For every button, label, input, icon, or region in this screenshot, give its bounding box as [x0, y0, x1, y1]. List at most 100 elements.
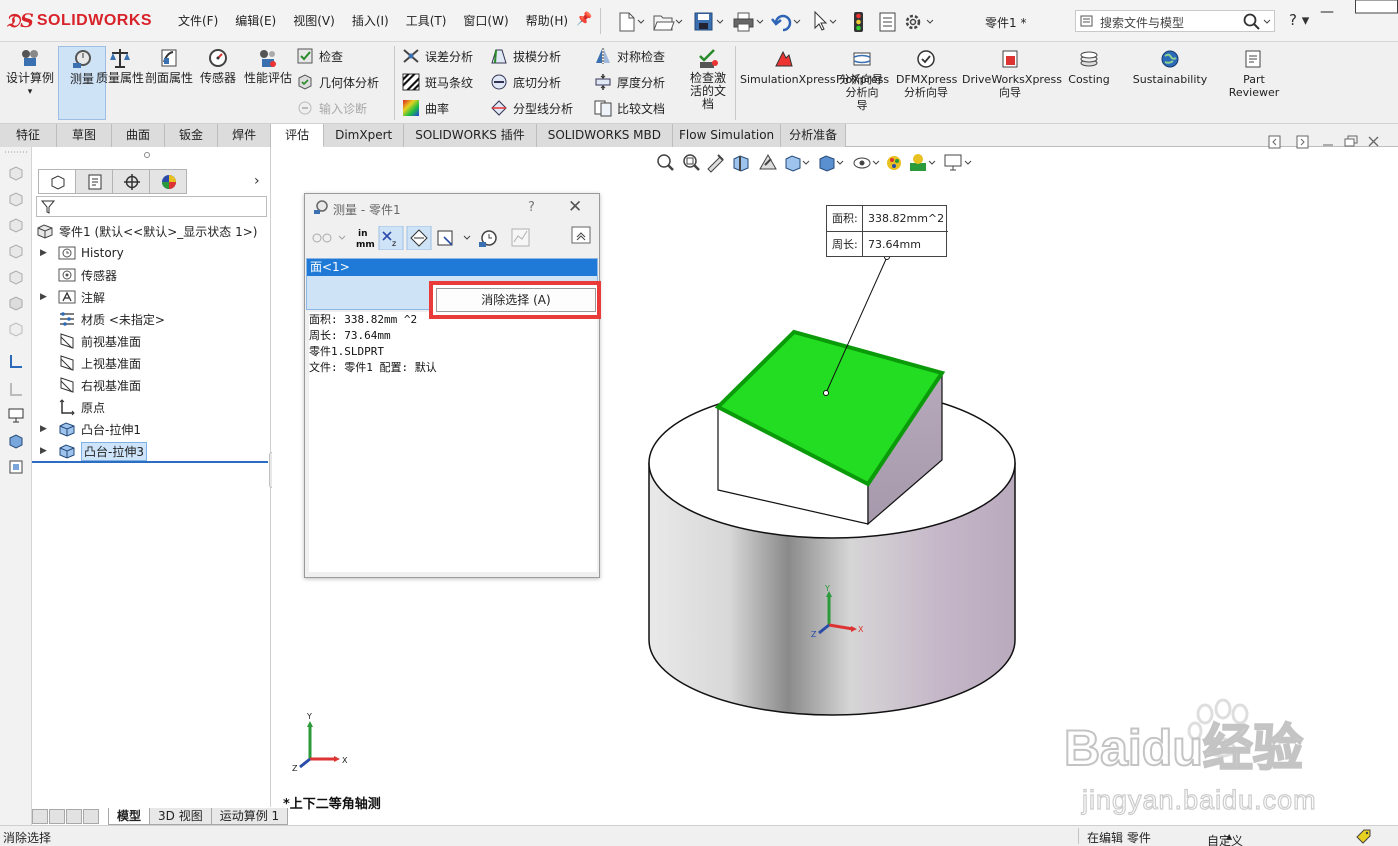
tab-weldments[interactable]: 焊件	[218, 124, 272, 147]
close-icon[interactable]: ✕	[568, 197, 582, 217]
tab-solidworks-addins[interactable]: SOLIDWORKS 插件	[404, 124, 537, 147]
tree-item-boss-extrude3[interactable]: ▶ 凸台-拉伸3	[40, 441, 147, 461]
tab-property-manager[interactable]	[75, 169, 113, 194]
search-input[interactable]: 搜索文件与模型	[1100, 14, 1184, 31]
last-tab-arrow-icon[interactable]	[83, 809, 99, 824]
save-icon[interactable]	[694, 12, 724, 31]
menu-insert[interactable]: 插入(I)	[352, 12, 389, 29]
menu-window[interactable]: 窗口(W)	[463, 12, 508, 29]
tab-flow-simulation[interactable]: Flow Simulation	[673, 124, 782, 147]
new-document-icon[interactable]	[619, 12, 645, 32]
tree-root-part[interactable]: 零件1 (默认<<默认>_显示状态 1>)	[36, 221, 257, 241]
tab-feature-tree[interactable]	[38, 169, 76, 194]
menu-tools[interactable]: 工具(T)	[406, 12, 447, 29]
chevron-right-icon[interactable]: ›	[254, 173, 260, 189]
menu-edit[interactable]: 编辑(E)	[235, 12, 276, 29]
performance-evaluation-button[interactable]: 性能评估	[244, 46, 292, 85]
clear-selections-button[interactable]: 消除选择 (A)	[436, 288, 596, 312]
filter-icon[interactable]	[40, 199, 56, 215]
expand-arrow-icon[interactable]: ▶	[40, 424, 47, 434]
expand-arrow-icon[interactable]: ▶	[40, 292, 47, 302]
search-scope-icon[interactable]	[1080, 14, 1096, 28]
options-gear-icon[interactable]	[905, 14, 934, 30]
driveworksxpress-button[interactable]: DriveWorksXpress 向导	[962, 48, 1062, 99]
undo-icon[interactable]	[771, 14, 801, 32]
zebra-stripes-button[interactable]: 斑马条纹	[402, 71, 473, 93]
projection-icon[interactable]	[437, 230, 471, 246]
measurement-history-icon[interactable]	[479, 230, 497, 247]
sustainability-button[interactable]: Sustainability	[1132, 48, 1208, 86]
curvature-button[interactable]: 曲率	[402, 97, 449, 119]
sketch-icon[interactable]	[8, 381, 24, 397]
tab-sheet-metal[interactable]: 钣金	[165, 124, 219, 147]
tag-icon[interactable]	[1355, 828, 1373, 844]
tree-item-right-plane[interactable]: 右视基准面	[58, 375, 141, 395]
menu-help[interactable]: 帮助(H)	[526, 12, 568, 29]
tree-item-annotations[interactable]: ▶ 注解	[40, 287, 105, 307]
point-to-point-icon[interactable]	[406, 226, 432, 250]
print-icon[interactable]	[733, 12, 764, 32]
select-cursor-icon[interactable]	[814, 10, 837, 31]
tree-item-top-plane[interactable]: 上视基准面	[58, 353, 141, 373]
deviation-analysis-button[interactable]: 误差分析	[402, 45, 473, 67]
tree-item-material[interactable]: 材质 <未指定>	[58, 309, 165, 329]
part-file-icon[interactable]	[8, 459, 24, 475]
check-button[interactable]: 检查	[296, 45, 343, 67]
symmetry-check-button[interactable]: 对称检查	[594, 45, 665, 67]
cube-view-icon[interactable]	[8, 269, 24, 285]
mass-properties-button[interactable]: 质量属性	[96, 46, 144, 85]
simulationxpress-button[interactable]: SimulationXpress 分析向导	[740, 48, 883, 86]
cube-view-icon[interactable]	[8, 191, 24, 207]
rebuild-traffic-light-icon[interactable]	[854, 12, 863, 32]
undercut-analysis-button[interactable]: 底切分析	[490, 71, 561, 93]
first-tab-arrow-icon[interactable]	[32, 809, 48, 824]
create-sensor-icon[interactable]	[511, 228, 530, 247]
menu-view[interactable]: 视图(V)	[293, 12, 335, 29]
part-cube-icon[interactable]	[8, 433, 24, 449]
tab-motion-study[interactable]: 运动算例 1	[210, 808, 289, 825]
tab-sketch[interactable]: 草图	[57, 124, 113, 147]
help-button[interactable]: ? ▾	[1289, 11, 1309, 29]
search-box[interactable]: 搜索文件与模型	[1075, 10, 1275, 32]
check-active-document-button[interactable]: 检查激活的文档	[685, 46, 731, 111]
sensor-button[interactable]: 传感器	[194, 46, 242, 85]
menu-file[interactable]: 文件(F)	[178, 12, 218, 29]
tree-item-origin[interactable]: 原点	[58, 397, 105, 417]
restore-viewport-icon[interactable]	[1344, 135, 1358, 147]
tree-filter[interactable]	[36, 196, 267, 217]
previous-tab-arrow-icon[interactable]	[49, 809, 65, 824]
expand-arrow-icon[interactable]: ▶	[40, 446, 47, 456]
next-tab-arrow-icon[interactable]	[66, 809, 82, 824]
sketch-icon[interactable]	[8, 353, 24, 369]
cube-view-icon[interactable]	[8, 295, 24, 311]
thickness-analysis-button[interactable]: 厚度分析	[594, 71, 665, 93]
units-precision-icon[interactable]: in mm	[356, 229, 375, 250]
geometry-analysis-button[interactable]: 几何体分析	[296, 71, 379, 93]
tree-item-front-plane[interactable]: 前视基准面	[58, 331, 141, 351]
parting-line-analysis-button[interactable]: 分型线分析	[490, 97, 573, 119]
part-reviewer-button[interactable]: Part Reviewer	[1222, 48, 1286, 99]
show-xyz-measurements-icon[interactable]: z	[378, 226, 404, 250]
cube-view-icon[interactable]	[8, 217, 24, 233]
selection-item[interactable]: 面<1>	[307, 259, 597, 276]
tab-surfaces[interactable]: 曲面	[112, 124, 166, 147]
arc-circle-measurement-icon[interactable]	[312, 233, 346, 243]
search-icon[interactable]	[1242, 12, 1272, 30]
tree-item-history[interactable]: ▶ History	[40, 243, 124, 263]
tab-dimxpert[interactable]: DimXpert	[324, 124, 405, 147]
solidworks-logo[interactable]: 𝔇S SOLIDWORKS	[6, 8, 152, 34]
dfmxpress-button[interactable]: DFMXpress 分析向导	[896, 48, 957, 99]
cube-view-icon[interactable]	[8, 165, 24, 181]
cube-view-icon[interactable]	[8, 243, 24, 259]
open-document-icon[interactable]	[653, 15, 683, 31]
tree-item-boss-extrude1[interactable]: ▶ 凸台-拉伸1	[40, 419, 141, 439]
cube-view-icon[interactable]	[8, 321, 24, 337]
compare-documents-button[interactable]: 比较文档	[594, 97, 665, 119]
tab-solidworks-mbd[interactable]: SOLIDWORKS MBD	[536, 124, 674, 147]
section-properties-button[interactable]: 剖面属性	[145, 46, 193, 85]
pin-menu-icon[interactable]: 📌	[576, 12, 592, 27]
import-diagnostics-button[interactable]: 输入诊断	[296, 97, 367, 119]
monitor-icon[interactable]	[8, 407, 24, 423]
rollback-bar[interactable]	[32, 461, 268, 463]
panel-grip[interactable]	[144, 152, 150, 158]
